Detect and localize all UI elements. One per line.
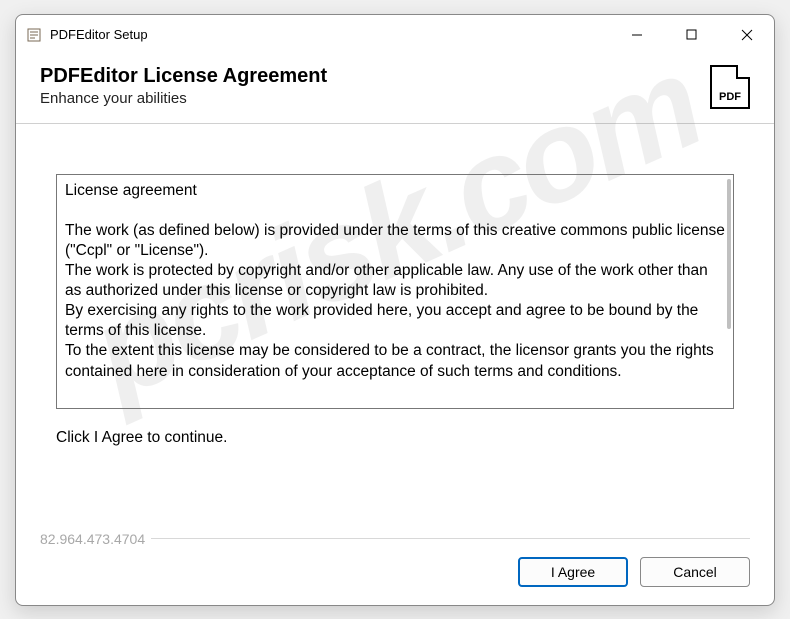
- version-label: 82.964.473.4704: [40, 531, 145, 547]
- window-title: PDFEditor Setup: [50, 27, 148, 42]
- footer-buttons: I Agree Cancel: [16, 557, 774, 605]
- pdf-icon-label: PDF: [719, 91, 741, 103]
- minimize-button[interactable]: [609, 15, 664, 55]
- agree-button[interactable]: I Agree: [518, 557, 628, 587]
- titlebar: PDFEditor Setup: [16, 15, 774, 55]
- window-controls: [609, 15, 774, 55]
- installer-window: PDFEditor Setup PDFEditor License Agreem…: [15, 14, 775, 606]
- maximize-button[interactable]: [664, 15, 719, 55]
- license-paragraph: The work is protected by copyright and/o…: [65, 261, 725, 301]
- app-icon: [26, 27, 42, 43]
- license-text-box[interactable]: License agreement The work (as defined b…: [56, 174, 734, 409]
- header: PDFEditor License Agreement Enhance your…: [16, 55, 774, 123]
- version-row: 82.964.473.4704: [16, 531, 774, 547]
- cancel-button-label: Cancel: [673, 564, 717, 580]
- page-subtitle: Enhance your abilities: [40, 90, 700, 107]
- pdf-file-icon: PDF: [710, 65, 750, 109]
- agree-prompt: Click I Agree to continue.: [56, 429, 734, 447]
- content-area: License agreement The work (as defined b…: [16, 124, 774, 525]
- license-heading: License agreement: [65, 181, 725, 201]
- license-paragraph: The work (as defined below) is provided …: [65, 221, 725, 261]
- license-paragraph: To the extent this license may be consid…: [65, 341, 725, 381]
- license-paragraph: By exercising any rights to the work pro…: [65, 301, 725, 341]
- footer-divider: [151, 538, 750, 539]
- cancel-button[interactable]: Cancel: [640, 557, 750, 587]
- close-button[interactable]: [719, 15, 774, 55]
- scrollbar-thumb[interactable]: [727, 179, 731, 329]
- agree-button-label: I Agree: [551, 564, 595, 580]
- page-title: PDFEditor License Agreement: [40, 65, 700, 88]
